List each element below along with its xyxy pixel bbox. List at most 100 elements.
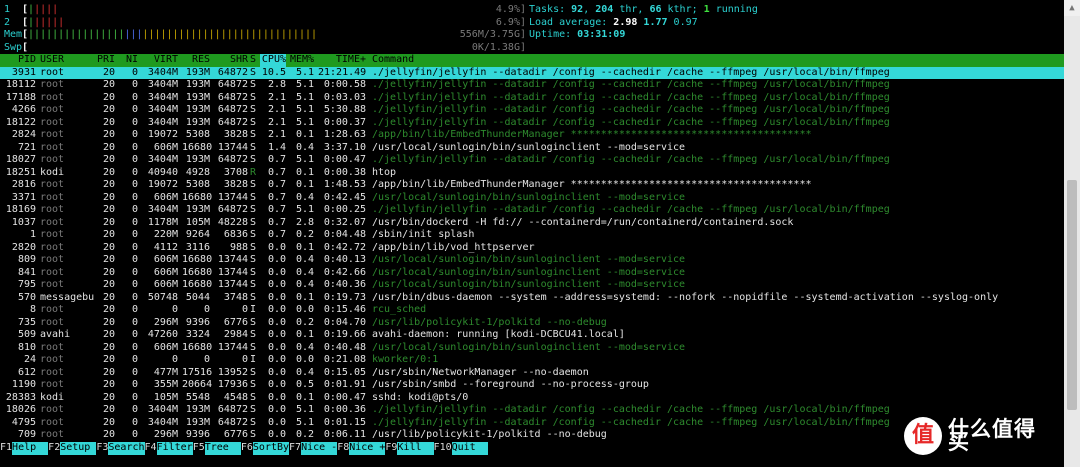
process-s: S [250,416,257,428]
fkey-f10[interactable]: F10 [434,442,452,455]
process-pid: 28383 [5,391,36,403]
process-virt: 220M [153,229,178,240]
process-row[interactable]: 2824 root 20 0 19072 5308 3828 S 2.1 0.1 1:28.63/a… [0,129,1064,142]
process-row[interactable]: 735 root 20 0 296M 9396 6776 S 0.0 0.2 0:04.70/usr… [0,317,1064,330]
process-row[interactable]: 570 messagebu 20 0 50748 5044 3748 S 0.0 0.1 0:19.… [0,292,1064,305]
process-row[interactable]: 841 root 20 0 606M 16680 13744 S 0.0 0.4 0:42.66/u… [0,267,1064,280]
fkey-f8[interactable]: F8 [337,442,349,455]
process-row[interactable]: 24 root 20 0 0 0 0 I 0.0 0.0 0:21.08 kworker/0:1 [0,354,1064,367]
scroll-up-arrow-icon[interactable]: ▲ [1064,0,1080,16]
fkey-f2[interactable]: F2 [48,442,60,455]
process-row[interactable]: 1 root 20 0 220M 9264 6836 S 0.7 0.2 0:04.48/sbin/… [0,229,1064,242]
fkey-f8-label[interactable]: Nice + [349,442,386,455]
column-header-pid[interactable]: PID [0,54,36,67]
process-virt: 606M [153,341,178,353]
process-user: root [40,379,65,390]
process-row[interactable]: 509 avahi 20 0 47260 3324 2984 S 0.0 0.1 0:19.66 av… [0,329,1064,342]
process-row[interactable]: 8 root 20 0 0 0 0 I 0.0 0.0 0:15.46 rcu_sched [0,304,1064,317]
process-cpu: 0.0 [267,366,286,378]
process-res: 16680 [182,191,213,203]
process-shr: 64872 [217,104,248,115]
process-ni: 0 [131,216,138,228]
fkey-f6-label[interactable]: SortBy [252,442,290,455]
process-table-header[interactable]: PID USER PRI NI VIRT RES SHR S CPU% MEM% TIME+ Comm… [0,54,1064,67]
process-mem: 0.4 [295,191,314,203]
process-mem: 5.1 [295,404,314,415]
process-virt: 606M [153,266,178,278]
process-shr: 13744 [217,279,248,290]
process-pid: 2820 [11,241,36,253]
process-user: root [40,229,65,240]
fkey-f4-label[interactable]: Filter [156,442,193,455]
fkey-f3-label[interactable]: Search [108,442,145,455]
column-header-shr[interactable]: SHR [214,54,248,67]
process-pri: 20 [102,341,115,353]
process-time: 0:00.37 [323,116,366,128]
process-res: 17516 [182,366,213,378]
process-ni: 0 [131,354,138,365]
fkey-f9[interactable]: F9 [385,442,397,455]
column-header-res[interactable]: RES [182,54,210,67]
vertical-scrollbar[interactable]: ▲ [1064,0,1080,467]
column-header-ni[interactable]: NI [118,54,138,67]
process-row[interactable]: 809 root 20 0 606M 16680 13744 S 0.0 0.4 0:40.13/u… [0,254,1064,267]
process-row[interactable]: 4266 root 20 0 3404M 193M 64872 S 2.1 5.1 5:30.88.… [0,104,1064,117]
process-row[interactable]: 18169 root 20 0 3404M 193M 64872 S 0.7 5.1 0:00.25… [0,204,1064,217]
fkey-f1[interactable]: F1 [0,442,12,455]
process-pid: 795 [17,279,36,290]
fkey-f1-label[interactable]: Help [12,442,49,455]
fkey-f5[interactable]: F5 [193,442,205,455]
process-row[interactable]: 1190 root 20 0 355M 20664 17936 S 0.0 0.5 0:01.91 /… [0,379,1064,392]
process-row[interactable]: 810 root 20 0 606M 16680 13744 S 0.0 0.4 0:40.48/u… [0,342,1064,355]
process-row[interactable]: 17188 root 20 0 3404M 193M 64872 S 2.1 5.1 0:03.03… [0,92,1064,105]
process-row[interactable]: 2816 root 20 0 19072 5308 3828 S 0.7 0.1 1:48.53/a… [0,179,1064,192]
process-row[interactable]: 28383 kodi 20 0 105M 5548 4548 S 0.0 0.1 0:00.47 ss… [0,392,1064,405]
column-header-s[interactable]: S [250,54,256,67]
process-s: S [250,141,257,153]
process-shr: 64872 [217,79,248,90]
meter-bar-segment: |||| [34,4,59,15]
fkey-f3[interactable]: F3 [96,442,108,455]
process-row[interactable]: 18112 root 20 0 3404M 193M 64872 S 2.8 5.1 0:00.58… [0,79,1064,92]
column-header-pri[interactable]: PRI [92,54,115,67]
fkey-f9-label[interactable]: Kill [397,442,434,455]
process-time: 0:00.47 [323,391,366,403]
process-row[interactable]: 18251 kodi 20 0 40940 4928 3708 R 0.7 0.1 0:00.38 h… [0,167,1064,180]
meter-value: 4.9%] [495,4,526,15]
process-shr: 64872 [217,204,248,215]
process-row[interactable]: 18027 root 20 0 3404M 193M 64872 S 0.7 5.1 0:00.47… [0,154,1064,167]
fkey-f4[interactable]: F4 [145,442,157,455]
process-pri: 20 [102,104,115,115]
process-time: 0:00.47 [323,154,366,165]
process-mem: 0.1 [295,329,314,340]
fkey-f5-label[interactable]: Tree [204,442,241,455]
process-pri: 20 [102,304,115,315]
process-res: 193M [185,66,210,78]
process-row[interactable]: 18122 root 20 0 3404M 193M 64872 S 2.1 5.1 0:00.37… [0,117,1064,130]
process-row[interactable]: 1037 root 20 0 1178M 105M 48228 S 0.7 2.8 0:32.07 /… [0,217,1064,230]
process-row[interactable]: 2820 root 20 0 4112 3116 988 S 0.0 0.1 0:42.72/app… [0,242,1064,255]
column-header-virt[interactable]: VIRT [142,54,178,67]
column-header-cpu[interactable]: CPU% [260,54,286,67]
column-header-mem[interactable]: MEM% [290,54,314,67]
process-row[interactable]: 721 root 20 0 606M 16680 13744 S 1.4 0.4 3:37.10/u… [0,142,1064,155]
fkey-f10-label[interactable]: Quit [451,442,488,455]
fkey-f7-label[interactable]: Nice - [301,442,338,455]
column-header-time[interactable]: TIME+ [318,54,366,67]
process-row[interactable]: 795 root 20 0 606M 16680 13744 S 0.0 0.4 0:40.36/u… [0,279,1064,292]
process-shr: 3828 [223,179,248,190]
process-row[interactable]: 3931 root 20 0 3404M 193M 64872 S 10.5 5.1 21:21.4… [0,66,1064,79]
process-row[interactable]: 612 root 20 0 477M 17516 13952 S 0.0 0.4 0:15.05/u… [0,367,1064,380]
load-15min: 0.97 [673,16,698,28]
column-header-command[interactable]: Command [372,54,414,67]
process-list[interactable]: 3931 root 20 0 3404M 193M 64872 S 10.5 5.1 21:21.4… [0,66,1064,442]
column-header-user[interactable]: USER [40,54,64,67]
fkey-f6[interactable]: F6 [241,442,253,455]
process-cpu: 0.0 [267,404,286,415]
scroll-thumb[interactable] [1067,180,1077,410]
fkey-f7[interactable]: F7 [289,442,301,455]
fkey-f2-label[interactable]: Setup [60,442,97,455]
process-row[interactable]: 3371 root 20 0 606M 16680 13744 S 0.7 0.4 0:42.45 /… [0,192,1064,205]
process-cpu: 2.8 [267,79,286,90]
process-pid: 4266 [11,104,36,115]
